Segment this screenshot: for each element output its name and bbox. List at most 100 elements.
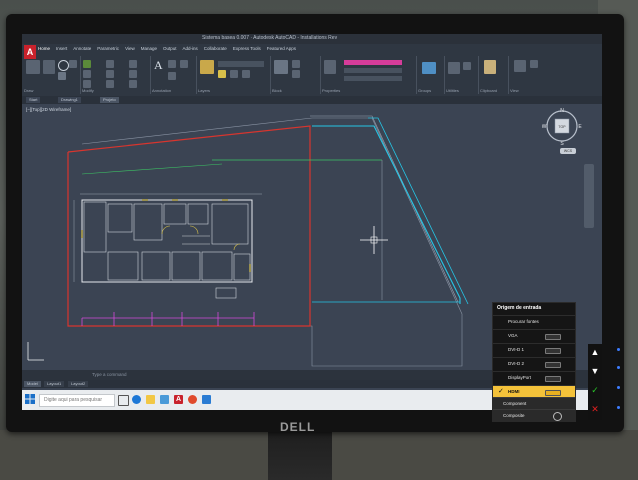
linetype-dropdown[interactable] (344, 68, 402, 73)
osd-item-label: HDMI (508, 389, 520, 394)
wcs-menu[interactable]: WCS (560, 148, 576, 154)
ribbon-tab-home[interactable]: Home (38, 46, 50, 54)
trim-icon[interactable] (129, 60, 137, 68)
group-icon[interactable] (422, 62, 436, 74)
up-arrow-icon[interactable]: ▲ (590, 347, 600, 357)
layer-properties-icon[interactable] (200, 60, 214, 74)
layer-lock-icon[interactable] (242, 70, 250, 78)
ribbon-tab-annotate[interactable]: Annotate (73, 46, 91, 54)
fillet-icon[interactable] (129, 70, 137, 78)
lineweight-dropdown[interactable] (344, 76, 402, 81)
rotate-icon[interactable] (106, 60, 114, 68)
layer-dropdown[interactable] (218, 61, 264, 67)
polyline-tool-icon[interactable] (43, 60, 55, 74)
insert-block-icon[interactable] (274, 60, 288, 74)
chrome-icon[interactable] (188, 395, 197, 404)
task-view-icon[interactable] (118, 395, 129, 406)
leader-icon[interactable] (180, 60, 188, 68)
ribbon-tab-express-tools[interactable]: Express Tools (233, 46, 261, 54)
scale-icon[interactable] (106, 80, 114, 88)
ribbon-tab-parametric[interactable]: Parametric (97, 46, 119, 54)
cancel-x-icon[interactable]: ✕ (590, 404, 600, 414)
edit-block-icon[interactable] (292, 70, 300, 78)
array-icon[interactable] (129, 80, 137, 88)
store-icon[interactable] (160, 395, 169, 404)
match-properties-icon[interactable] (324, 60, 336, 74)
stretch-icon[interactable] (83, 80, 91, 88)
monitor-osd-buttons: ▲ ▼ ✓ ✕ (588, 344, 602, 420)
osd-item-composite[interactable]: Composite (493, 409, 575, 422)
down-arrow-icon[interactable]: ▼ (590, 366, 600, 376)
navigation-bar[interactable] (584, 164, 594, 228)
floor-plan (81, 199, 253, 299)
autocad-taskbar-icon[interactable]: A (174, 395, 183, 404)
paste-icon[interactable] (484, 60, 496, 74)
copy-icon[interactable] (83, 70, 91, 78)
ribbon-panel-label: Groups (418, 88, 432, 93)
osd-title: Origem de entrada (497, 305, 542, 311)
ribbon-panel-label: Modify (82, 88, 94, 93)
ribbon-tab-addins[interactable]: Add-ins (183, 46, 198, 54)
doc-tab-drawing1[interactable]: Drawing1 (58, 97, 81, 103)
ribbon-panel-clipboard: Clipboard (478, 56, 509, 94)
ribbon-panel-properties: Properties (320, 56, 417, 94)
color-dropdown[interactable] (344, 60, 402, 65)
ribbon-tab-bar: Home Insert Annotate Parametric View Man… (38, 46, 296, 54)
ribbon-tab-manage[interactable]: Manage (141, 46, 157, 54)
ribbon-tab-insert[interactable]: Insert (56, 46, 67, 54)
ribbon-tab-collaborate[interactable]: Collaborate (204, 46, 227, 54)
dimension-icon[interactable] (168, 60, 176, 68)
circle-tool-icon[interactable] (58, 60, 69, 71)
arc-tool-icon[interactable] (69, 60, 77, 68)
layout-tab-layout1[interactable]: Layout1 (44, 381, 65, 387)
ribbon-panel-label: Block (272, 88, 282, 93)
checkmark-icon: ✓ (498, 388, 504, 395)
ribbon-panel-label: Properties (322, 88, 341, 93)
viewport-controls-label[interactable]: [−][Top][2D Wireframe] (26, 107, 71, 112)
ribbon-tab-output[interactable]: Output (163, 46, 177, 54)
osd-item-label: Procurar fontes (508, 319, 539, 324)
edge-browser-icon[interactable] (132, 395, 141, 404)
osd-item-dvi-d-2[interactable]: DVI-D 2 (493, 357, 575, 370)
osd-item-displayport[interactable]: DisplayPort (493, 371, 575, 384)
base-view-icon[interactable] (514, 60, 526, 72)
ribbon-panel-label: Draw (24, 88, 34, 93)
ribbon: Sistema basea 0.007 · Autodesk AutoCAD -… (22, 34, 602, 96)
viewcube-compass-icon[interactable]: N S E W TOP (542, 106, 582, 146)
rectangle-tool-icon[interactable] (58, 72, 66, 80)
ribbon-panel-utilities: Utilities (444, 56, 479, 94)
window-title: Sistema basea 0.007 · Autodesk AutoCAD -… (202, 35, 338, 41)
osd-item-dvi-d-1[interactable]: DVI-D 1 (493, 343, 575, 356)
osd-item-vga[interactable]: VGA (493, 329, 575, 342)
hdmi-port-icon (545, 390, 561, 396)
line-tool-icon[interactable] (26, 60, 40, 74)
ribbon-panel-groups: Groups (416, 56, 445, 94)
move-icon[interactable] (83, 60, 91, 68)
file-explorer-icon[interactable] (146, 395, 155, 404)
status-led (617, 366, 620, 369)
vga-port-icon (545, 334, 561, 340)
viewport-icon[interactable] (530, 60, 538, 68)
confirm-check-icon[interactable]: ✓ (590, 385, 600, 395)
cyan-boundary (312, 125, 461, 304)
measure-icon[interactable] (448, 62, 460, 74)
command-input[interactable]: Type a command (92, 372, 127, 377)
create-block-icon[interactable] (292, 60, 300, 68)
doc-tab-projeto[interactable]: Projeto (100, 97, 119, 103)
layout-tab-layout2[interactable]: Layout2 (68, 381, 89, 387)
osd-item-scan-sources[interactable]: Procurar fontes (493, 315, 575, 328)
ribbon-tab-featured-apps[interactable]: Featured Apps (267, 46, 296, 54)
layer-freeze-icon[interactable] (230, 70, 238, 78)
layout-tab-model[interactable]: Model (24, 381, 41, 387)
word-icon[interactable] (202, 395, 211, 404)
taskbar-search-input[interactable]: Digite aqui para pesquisar (39, 394, 115, 407)
green-line (81, 163, 223, 175)
layer-on-icon[interactable] (218, 70, 226, 78)
doc-tab-start[interactable]: Start (26, 97, 41, 103)
ribbon-tab-view[interactable]: View (125, 46, 135, 54)
windows-start-icon[interactable] (25, 394, 35, 404)
quick-calc-icon[interactable] (463, 62, 471, 70)
mirror-icon[interactable] (106, 70, 114, 78)
text-tool-icon[interactable]: A (154, 58, 163, 73)
table-icon[interactable] (168, 72, 176, 80)
